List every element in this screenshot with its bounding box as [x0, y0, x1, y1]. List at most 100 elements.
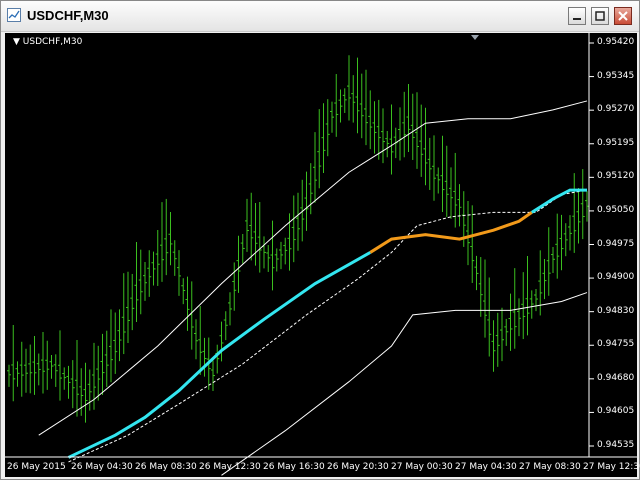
ohlc-bar: [189, 281, 194, 350]
price-tick-label: 0.95270: [597, 104, 635, 115]
ohlc-bar: [572, 173, 577, 253]
maximize-icon: [595, 11, 605, 21]
ohlc-bar: [512, 268, 517, 349]
ohlc-bar: [11, 324, 16, 402]
ohlc-bar: [406, 84, 411, 153]
price-tick-label: 0.95120: [597, 171, 635, 182]
ohlc-bar: [398, 107, 402, 161]
ohlc-bar: [160, 202, 164, 282]
minimize-button[interactable]: [568, 7, 586, 25]
ohlc-bar: [70, 360, 75, 409]
price-tick-label: 0.95345: [597, 70, 635, 81]
symbol-label[interactable]: ▼ USDCHF,M30: [13, 37, 82, 47]
ohlc-bar: [104, 330, 109, 387]
ohlc-bar: [36, 353, 41, 386]
time-tick-label: 26 May 2015: [7, 462, 66, 472]
ohlc-bar: [198, 306, 203, 375]
ohlc-bar: [283, 237, 288, 265]
chart-axes: [5, 33, 637, 458]
ohlc-bar: [325, 99, 330, 157]
ohlc-bar: [168, 212, 173, 266]
ohlc-bar: [109, 309, 113, 383]
ohlc-bar: [270, 220, 275, 291]
time-tick-label: 27 May 12:30: [583, 462, 640, 472]
ohlc-bar: [177, 250, 181, 296]
ohlc-bar: [534, 288, 538, 312]
ohlc-bar: [240, 234, 245, 264]
ohlc-bar: [423, 107, 428, 186]
ohlc-bar: [138, 249, 143, 315]
ohlc-bar: [517, 298, 521, 337]
ohlc-bar: [87, 369, 92, 411]
chart-shift-marker: [471, 35, 479, 40]
ohlc-bar: [262, 236, 266, 269]
ohlc-bar: [53, 354, 58, 387]
ohlc-bar: [436, 167, 441, 194]
ohlc-bar: [15, 361, 20, 387]
ohlc-bar: [304, 171, 309, 231]
ohlc-bar: [66, 365, 71, 399]
ohlc-bar: [121, 273, 126, 355]
ohlc-bar: [457, 184, 462, 227]
ohlc-bar: [568, 215, 572, 251]
ohlc-bar: [555, 213, 560, 279]
ohlc-bar: [415, 92, 419, 169]
ohlc-bar: [117, 309, 122, 362]
time-tick-label: 26 May 12:30: [199, 462, 261, 472]
ohlc-bar: [563, 223, 568, 257]
time-tick-label: 27 May 08:30: [519, 462, 581, 472]
close-button[interactable]: [614, 7, 632, 25]
ohlc-bar: [49, 355, 54, 379]
ohlc-bar: [147, 250, 152, 297]
ohlc-bar: [317, 109, 322, 189]
window-title: USDCHF,M30: [27, 8, 109, 23]
ohlc-bar: [143, 262, 147, 301]
ohlc-bar: [279, 241, 283, 270]
price-chart[interactable]: [5, 33, 637, 477]
ohlc-bar: [364, 69, 368, 146]
ohlc-bar: [185, 276, 190, 331]
ohlc-bar: [24, 348, 28, 393]
ohlc-bar: [444, 145, 449, 217]
ohlc-bar: [100, 333, 105, 395]
ohlc-bar: [155, 230, 160, 286]
ohlc-bar: [342, 88, 347, 113]
price-tick-label: 0.94975: [597, 238, 635, 249]
price-tick-label: 0.94830: [597, 305, 635, 316]
ohlc-bar: [134, 241, 139, 322]
ohlc-bar: [585, 191, 589, 222]
ohlc-bar: [223, 311, 228, 341]
ohlc-bar: [113, 312, 118, 374]
ohlc-bar: [372, 101, 377, 154]
ohlc-bar: [232, 262, 237, 311]
time-tick-label: 27 May 04:30: [455, 462, 517, 472]
ohlc-bar: [321, 103, 326, 173]
ohlc-bar: [313, 132, 317, 203]
chart-window: USDCHF,M30 ▼ USDCHF,M30 0.95420 0.95345 0.…: [0, 0, 640, 480]
ohlc-bar: [576, 188, 581, 244]
price-tick-label: 0.95195: [597, 137, 635, 148]
ohlc-bar: [28, 344, 33, 394]
ohlc-bar: [385, 130, 390, 158]
chart-canvas[interactable]: ▼ USDCHF,M30 0.95420 0.95345 0.95270 0.9519…: [5, 33, 640, 477]
ohlc-bar: [427, 137, 432, 190]
trend-line-rising: [67, 251, 371, 459]
ohlc-bar: [266, 245, 271, 272]
ohlc-bar: [236, 235, 241, 293]
price-tick-label: 0.94535: [597, 440, 635, 450]
ohlc-bar: [338, 89, 343, 123]
ohlc-bar: [368, 90, 373, 150]
ohlc-bar: [308, 163, 313, 215]
price-tick-label: 0.94755: [597, 339, 635, 350]
ohlc-bar: [291, 195, 296, 263]
ohlc-bar: [351, 75, 356, 123]
maximize-button[interactable]: [591, 7, 609, 25]
ohlc-bar: [257, 201, 262, 273]
time-tick-label: 26 May 16:30: [263, 462, 325, 472]
ohlc-bar: [347, 55, 351, 121]
title-bar[interactable]: USDCHF,M30: [1, 1, 639, 32]
time-tick-label: 26 May 04:30: [71, 462, 133, 472]
ohlc-bar: [546, 227, 551, 296]
ohlc-bar: [559, 214, 564, 271]
ohlc-bar: [432, 135, 436, 201]
